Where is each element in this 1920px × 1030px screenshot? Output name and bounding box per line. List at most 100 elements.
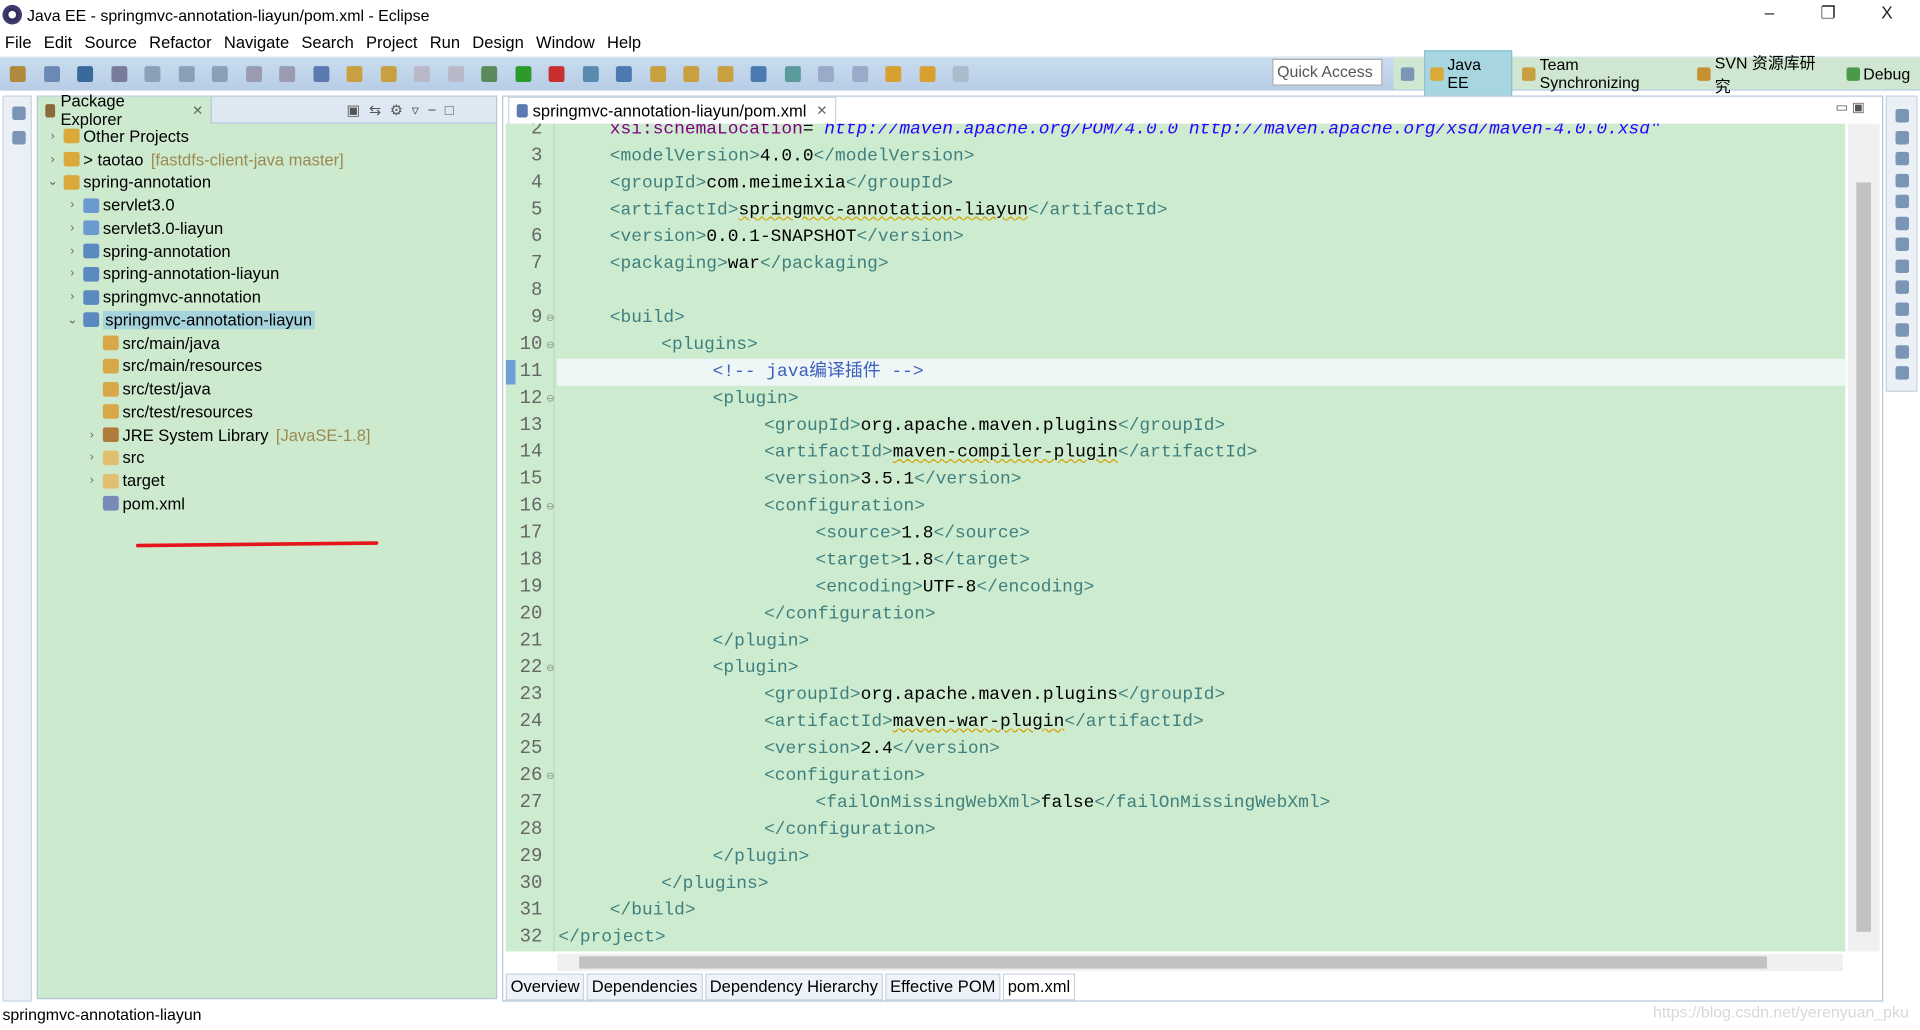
fold-toggle-icon[interactable]: ⊖ [546,393,554,404]
fold-toggle-icon[interactable]: ⊖ [546,312,554,323]
tree-item[interactable]: › src [38,446,496,469]
menu-edit[interactable]: Edit [44,32,72,50]
vertical-scrollbar[interactable] [1847,123,1880,952]
fold-toggle-icon[interactable]: ⊖ [546,770,554,781]
code-line[interactable]: <groupId>com.meimeixia</groupId> [557,170,1845,197]
tree-item[interactable]: src/test/java [38,377,496,400]
toolbar-button-icon[interactable] [9,66,26,83]
toolbar-button-icon[interactable] [885,66,902,83]
tab-package-explorer[interactable]: Package Explorer ✕ [37,92,212,129]
tree-item[interactable]: › servlet3.0 [38,194,496,217]
tree-item[interactable]: › servlet3.0-liayun [38,217,496,240]
perspective-team[interactable]: Team Synchronizing [1518,51,1688,95]
code-line[interactable]: <artifactId>maven-compiler-plugin</artif… [557,440,1845,467]
view-shortcut-icon[interactable] [1895,151,1909,166]
toolbar-button-icon[interactable] [481,66,498,83]
expand-chevron-icon[interactable]: › [65,199,80,212]
toolbar-button-icon[interactable] [245,66,262,83]
fold-toggle-icon[interactable]: ⊖ [546,501,554,512]
tree-item[interactable]: › target [38,469,496,492]
code-line[interactable]: <encoding>UTF-8</encoding> [557,574,1845,601]
toolbar-button-icon[interactable] [346,66,363,83]
code-line[interactable]: <plugins> [557,332,1845,359]
expand-chevron-icon[interactable]: › [65,244,80,257]
tree-item[interactable]: src/main/java [38,332,496,355]
menu-help[interactable]: Help [607,32,641,50]
close-button[interactable]: X [1859,2,1915,26]
view-shortcut-icon[interactable] [1895,366,1909,380]
view-shortcut-icon[interactable] [1895,130,1909,144]
expand-chevron-icon[interactable]: › [84,451,99,464]
code-line[interactable]: <modelVersion>4.0.0</modelVersion> [557,143,1845,170]
menu-window[interactable]: Window [536,32,595,50]
perspective-svn[interactable]: SVN 资源库研究 [1693,47,1837,101]
view-shortcut-icon[interactable] [1895,301,1909,316]
close-icon[interactable]: ✕ [192,102,203,118]
menu-navigate[interactable]: Navigate [224,32,289,50]
code-line[interactable] [557,278,1845,305]
scroll-thumb[interactable] [1856,182,1872,932]
tree-item[interactable]: › JRE System Library [JavaSE-1.8] [38,423,496,446]
fold-toggle-icon[interactable]: ⊖ [546,339,554,350]
expand-chevron-icon[interactable]: › [45,130,60,143]
tab-dependency-hierarchy[interactable]: Dependency Hierarchy [704,973,883,1001]
expand-chevron-icon[interactable]: › [65,290,80,303]
scroll-thumb[interactable] [579,956,1767,969]
toolbar-button-icon[interactable] [178,66,195,83]
code-line[interactable]: <!-- java编译插件 --> [557,358,1846,386]
perspective-java[interactable]: Java EE [1424,50,1513,97]
code-line[interactable]: <failOnMissingWebXml>false</failOnMissin… [557,790,1845,817]
toolbar-button-icon[interactable] [582,66,599,83]
toolbar-button-icon[interactable] [211,66,228,83]
code-line[interactable]: <plugin> [557,386,1845,413]
code-line[interactable]: <build> [557,305,1845,332]
code-line[interactable]: </plugin> [557,628,1845,655]
fold-toggle-icon[interactable]: ⊖ [546,662,554,673]
code-line[interactable]: </plugins> [557,871,1845,898]
toolbar-button-icon[interactable] [716,66,733,83]
code-line[interactable]: <source>1.8</source> [557,520,1845,547]
view-shortcut-icon[interactable] [1895,323,1909,337]
toolbar-button-icon[interactable] [918,66,935,83]
code-line[interactable]: </configuration> [557,817,1845,844]
expand-chevron-icon[interactable]: › [84,428,99,441]
open-perspective-icon[interactable] [1400,66,1415,81]
view-shortcut-icon[interactable] [1895,344,1909,359]
code-line[interactable]: <artifactId>springmvc-annotation-liayun<… [557,197,1845,224]
tree-item[interactable]: src/main/resources [38,354,496,377]
code-line[interactable]: xsi:schemaLocation= http://maven.apache.… [557,124,1845,144]
toolbar-button-icon[interactable] [817,66,834,83]
tree-item[interactable]: › > taotao [fastdfs-client-java master] [38,148,496,171]
view-shortcut-icon[interactable] [1895,194,1909,209]
view-shortcut-icon[interactable] [1895,216,1909,230]
horizontal-scrollbar[interactable] [557,953,1843,972]
toolbar-button-icon[interactable] [952,66,969,83]
view-toolbar-icons[interactable]: ▣⇆⚙▿−□ [347,102,463,119]
tab-overview[interactable]: Overview [505,973,585,1001]
view-shortcut-icon[interactable] [1895,173,1909,187]
toolbar-button-icon[interactable] [77,66,94,83]
tree-item[interactable]: › spring-annotation-liayun [38,263,496,286]
expand-chevron-icon[interactable]: › [65,267,80,280]
code-line[interactable]: </project> [557,924,1845,951]
code-line[interactable]: <groupId>org.apache.maven.plugins</group… [557,682,1845,709]
code-line[interactable]: <groupId>org.apache.maven.plugins</group… [557,413,1845,440]
menu-project[interactable]: Project [366,32,417,50]
toolbar-button-icon[interactable] [548,66,565,83]
tree-item[interactable]: › Other Projects [38,125,496,148]
code-line[interactable]: <version>0.0.1-SNAPSHOT</version> [557,224,1845,251]
code-line[interactable]: <configuration> [557,493,1845,520]
code-line[interactable]: </configuration> [557,601,1845,628]
toolbar-button-icon[interactable] [110,66,127,83]
minimize-maximize-icons[interactable]: ▭ ▣ [1836,99,1865,115]
view-shortcut-icon[interactable] [1895,280,1909,294]
tree-item[interactable]: ⌄ springmvc-annotation-liayun [38,309,496,332]
toolbar-button-icon[interactable] [615,66,632,83]
menu-refactor[interactable]: Refactor [149,32,211,50]
expand-chevron-icon[interactable]: ⌄ [65,313,80,326]
perspective-debug[interactable]: Debug [1841,61,1915,87]
toolbar-button-icon[interactable] [750,66,767,83]
tab-pom-xml[interactable]: springmvc-annotation-liayun/pom.xml ✕ [508,96,837,124]
expand-chevron-icon[interactable]: ⌄ [45,176,60,189]
menu-run[interactable]: Run [430,32,460,50]
